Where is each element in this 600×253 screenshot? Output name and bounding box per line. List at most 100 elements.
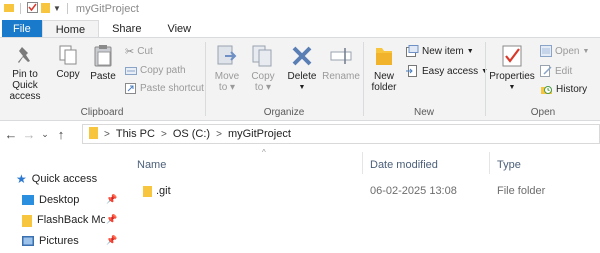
column-divider[interactable] (362, 152, 363, 174)
open-dropdown-icon: ▼ (582, 47, 590, 55)
copy-to-label-line1: Copy (251, 71, 275, 82)
paste-button[interactable]: Paste (87, 44, 119, 82)
cut-button[interactable]: ✂ Cut (125, 45, 153, 58)
address-bar[interactable]: > This PC > OS (C:) > myGitProject (82, 124, 600, 144)
organize-group-label: Organize (263, 107, 305, 118)
pictures-icon (22, 236, 34, 246)
desktop-icon (22, 195, 34, 205)
nav-item-label: Desktop (39, 194, 80, 206)
breadcrumb-mygitproject[interactable]: myGitProject (228, 128, 291, 140)
properties-icon (502, 45, 522, 67)
paste-shortcut-button[interactable]: Paste shortcut (125, 83, 204, 94)
new-group-label: New (413, 107, 434, 118)
new-item-dropdown-icon: ▼ (466, 47, 474, 55)
new-folder-button[interactable]: New folder (370, 44, 398, 93)
tab-view[interactable]: View (154, 20, 204, 38)
breadcrumb-separator-icon[interactable]: > (216, 129, 222, 140)
nav-item-desktop[interactable]: Desktop (22, 191, 79, 209)
delete-dropdown-icon[interactable]: ▼ (286, 82, 318, 93)
window-title: myGitProject (75, 2, 139, 15)
nav-item-quick-access[interactable]: ★ Quick access (16, 170, 97, 188)
delete-label: Delete (287, 71, 317, 82)
new-folder-quick-icon[interactable] (41, 2, 50, 16)
breadcrumb-os-c[interactable]: OS (C:) (173, 128, 210, 140)
paste-shortcut-label: Paste shortcut (140, 83, 204, 94)
file-row[interactable]: .git 06-02-2025 13:08 File folder (136, 181, 600, 201)
open-button[interactable]: Open ▼ (540, 45, 589, 57)
up-arrow-icon[interactable]: ↑ (52, 127, 70, 142)
easy-access-button[interactable]: Easy access ▼ (406, 65, 488, 77)
copy-path-label: Copy path (140, 65, 186, 76)
rename-button[interactable]: Rename (322, 44, 360, 82)
rename-icon (330, 48, 352, 64)
breadcrumb-separator-icon[interactable]: > (104, 129, 110, 140)
copy-to-button[interactable]: Copy to ▾ (248, 44, 278, 93)
tab-share[interactable]: Share (99, 20, 154, 38)
clipboard-group-label: Clipboard (80, 107, 124, 118)
pin-icon[interactable]: 📌 (106, 214, 117, 225)
tab-file[interactable]: File (2, 20, 42, 38)
column-header-name[interactable]: Name (137, 155, 359, 175)
toolbar-divider (20, 3, 21, 14)
copy-path-icon (125, 66, 137, 75)
folder-icon (4, 2, 14, 15)
copy-button[interactable]: Copy (53, 44, 83, 80)
folder-icon (89, 126, 98, 142)
star-icon: ★ (16, 172, 27, 186)
column-divider[interactable] (489, 152, 490, 174)
delete-button[interactable]: Delete ▼ (286, 44, 318, 93)
pin-icon[interactable]: 📌 (106, 194, 117, 205)
column-header-type[interactable]: Type (497, 155, 597, 175)
move-to-label-line1: Move (214, 71, 240, 82)
navigation-pane: ★ Quick access Desktop 📌 FlashBack Mov 📌… (0, 150, 128, 253)
customize-dropdown-icon[interactable]: ▼ (53, 4, 61, 13)
pin-label-line2: access (9, 91, 41, 102)
open-icon (540, 45, 552, 57)
history-label: History (556, 83, 588, 95)
edit-icon (540, 65, 552, 77)
new-item-label: New item (422, 45, 464, 57)
file-type: File folder (497, 185, 546, 197)
pin-to-quick-access-button[interactable]: Pin to Quick access (0, 44, 50, 102)
recent-locations-chevron-icon[interactable]: ⌄ (38, 129, 52, 140)
new-group: New folder New item ▼ Easy access ▼ New (364, 38, 488, 120)
copy-path-button[interactable]: Copy path (125, 65, 186, 76)
breadcrumb-this-pc[interactable]: This PC (116, 128, 155, 140)
properties-check-icon[interactable] (27, 1, 38, 16)
breadcrumb-separator-icon[interactable]: > (161, 129, 167, 140)
pin-icon[interactable]: 📌 (106, 235, 117, 246)
column-header-date-modified[interactable]: Date modified (370, 155, 488, 175)
folder-icon (143, 181, 152, 201)
open-label: Open (555, 45, 580, 57)
quick-access-toolbar: ▼ myGitProject (4, 1, 139, 16)
folder-icon (22, 214, 32, 227)
properties-button[interactable]: Properties ▼ (488, 44, 536, 93)
move-to-icon (217, 45, 237, 65)
nav-item-label: Quick access (31, 173, 98, 185)
copy-label: Copy (56, 69, 80, 80)
forward-arrow-icon[interactable]: → (20, 127, 38, 142)
properties-dropdown-icon[interactable]: ▼ (488, 82, 536, 93)
new-item-button[interactable]: New item ▼ (406, 45, 474, 57)
nav-item-label: Pictures (39, 235, 79, 247)
file-date-modified: 06-02-2025 13:08 (370, 185, 457, 197)
scissors-icon: ✂ (125, 46, 135, 58)
history-button[interactable]: History (540, 83, 587, 95)
move-to-button[interactable]: Move to ▾ (212, 44, 242, 93)
edit-label: Edit (555, 65, 573, 77)
navigation-bar: ← → ⌄ ↑ > This PC > OS (C:) > myGitProje… (0, 121, 600, 147)
organize-group: Move to ▾ Copy to ▾ Delete ▼ Rename Orga… (206, 38, 362, 120)
ribbon: Pin to Quick access Copy Paste ✂ Cut Cop… (0, 37, 600, 121)
easy-access-label: Easy access (422, 65, 479, 77)
easy-access-icon (406, 65, 417, 77)
nav-item-label: FlashBack Mov (37, 214, 105, 226)
tab-home[interactable]: Home (41, 20, 100, 38)
back-arrow-icon[interactable]: ← (2, 127, 20, 142)
file-name: .git (156, 185, 171, 197)
open-group: Properties ▼ Open ▼ Edit History Open (486, 38, 600, 120)
edit-button[interactable]: Edit (540, 65, 572, 77)
nav-item-pictures[interactable]: Pictures (22, 232, 79, 250)
nav-item-flashback[interactable]: FlashBack Mov (22, 211, 105, 229)
paste-icon (94, 45, 112, 67)
new-folder-label-line1: New (373, 71, 394, 82)
